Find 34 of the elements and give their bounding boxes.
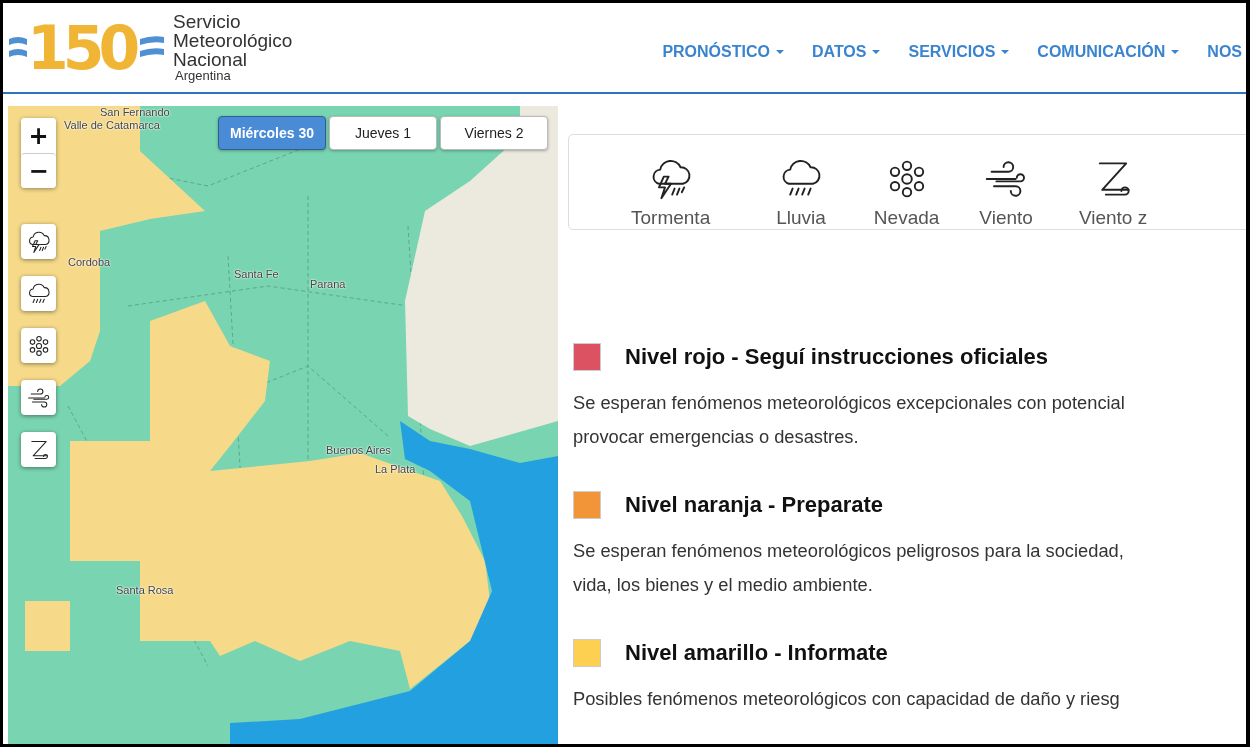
layer-button[interactable] — [21, 380, 56, 415]
logo-text: Nacional — [173, 50, 247, 69]
nav-link[interactable]: SERVICIOS — [908, 42, 1010, 61]
legend-label: Tormenta — [631, 207, 711, 229]
day-tab[interactable]: Jueves 1 — [329, 116, 437, 150]
zoom-in-button[interactable]: + — [21, 118, 56, 153]
map-label: Parana — [310, 278, 346, 290]
map-label: Buenos Aires — [326, 444, 391, 456]
legend-label: Lluvia — [776, 207, 826, 229]
nav-link[interactable]: COMUNICACIÓN — [1037, 42, 1180, 61]
logo-subtitle: Argentina — [175, 69, 232, 83]
level-description: Posibles fenómenos meteorológicos con capacidad de daño y riesg — [573, 687, 1121, 711]
nav-link[interactable]: NOS — [1207, 42, 1242, 61]
layer-button[interactable] — [21, 224, 56, 259]
legend-label: Nevada — [873, 207, 940, 229]
nav-link[interactable]: DATOS — [811, 42, 881, 61]
layer-button[interactable] — [21, 328, 56, 363]
layer-button[interactable] — [21, 276, 56, 311]
level-description: Se esperan fenómenos meteorológicos peligrosos para la sociedad, vida, los bienes y el medio ambiente. — [573, 539, 1125, 597]
map-label: Santa Fe — [234, 268, 279, 280]
level-title: Nivel amarillo - Informate — [625, 640, 888, 666]
level-title: Nivel naranja - Preparate — [625, 492, 883, 518]
nav-link[interactable]: PRONÓSTICO — [662, 42, 784, 61]
logo-number: 150 — [27, 12, 136, 83]
day-tab[interactable]: Viernes 2 — [440, 116, 548, 150]
level-description: Se esperan fenómenos meteorológicos excepcionales con potencial provocar emergencias o desastres. — [573, 391, 1126, 449]
zoom-out-button[interactable]: − — [21, 153, 56, 188]
level-title: Nivel rojo - Seguí instrucciones oficiales — [625, 344, 1048, 370]
layer-button[interactable] — [21, 432, 56, 467]
legend-label: Viento z — [1078, 207, 1148, 229]
logo-text: Meteorológico — [173, 31, 293, 50]
logo-text: Servicio — [173, 12, 242, 31]
day-tab[interactable]: Miércoles 30 — [218, 116, 326, 150]
legend-label: Viento — [979, 207, 1033, 229]
